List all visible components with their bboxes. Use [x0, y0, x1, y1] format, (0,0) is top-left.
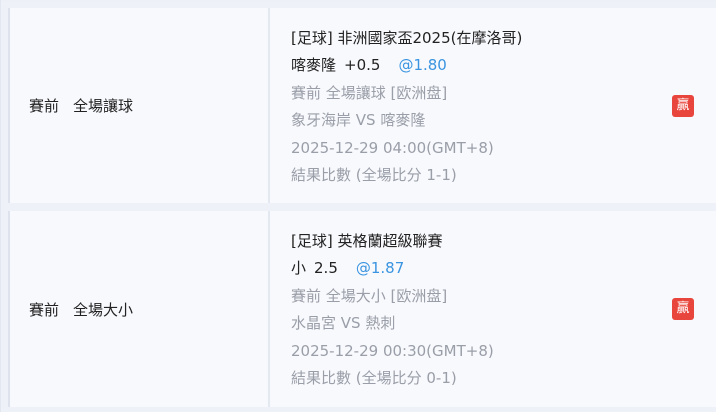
match-datetime: 2025-12-29 00:30(GMT+8) — [291, 342, 494, 360]
selection-line: 小 2.5 @1.87 — [291, 258, 404, 278]
match-teams: 象牙海岸 VS 喀麥隆 — [291, 111, 426, 129]
bet-record-row[interactable]: 賽前 全場大小 [足球] 英格蘭超級聯賽 小 2.5 @1.87 賽前 全場大小 [… — [8, 211, 716, 407]
divider — [0, 203, 716, 211]
bet-market: 全場讓球 — [73, 97, 134, 115]
bet-market: 全場大小 — [73, 300, 134, 319]
win-status-badge: 贏 — [672, 94, 694, 117]
odds-value: @1.87 — [355, 259, 405, 277]
divider — [0, 0, 716, 2]
bet-history-page: 賽前 全場讓球 [足球] 非洲國家盃2025(在摩洛哥) 喀麥隆 +0.5 @1.8… — [0, 0, 716, 412]
market-detail: 賽前 全場讓球 [欧洲盘] — [291, 84, 448, 102]
selection-name: 小 — [291, 259, 307, 277]
match-teams: 水晶宮 VS 熱刺 — [291, 314, 396, 332]
page-edge — [0, 0, 1, 412]
bet-phase: 賽前 — [29, 97, 60, 115]
match-result: 結果比數 (全場比分 0-1) — [291, 369, 457, 387]
bet-detail-cell: [足球] 英格蘭超級聯賽 小 2.5 @1.87 賽前 全場大小 [欧洲盘] 水晶宮… — [270, 211, 716, 407]
match-datetime: 2025-12-29 04:00(GMT+8) — [291, 139, 494, 157]
total-line-value: 2.5 — [314, 259, 338, 277]
odds-value: @1.80 — [398, 56, 447, 74]
league-name: [足球] 英格蘭超級聯賽 — [291, 232, 443, 250]
bet-type-cell: 賽前 全場讓球 — [10, 8, 270, 203]
handicap-value: +0.5 — [344, 56, 381, 74]
selection-name: 喀麥隆 — [291, 56, 337, 74]
selection-line: 喀麥隆 +0.5 @1.80 — [291, 55, 447, 75]
divider — [0, 407, 716, 412]
bet-phase: 賽前 — [29, 300, 60, 319]
bet-detail-cell: [足球] 非洲國家盃2025(在摩洛哥) 喀麥隆 +0.5 @1.80 賽前 全場讓… — [270, 8, 716, 203]
match-result: 結果比數 (全場比分 1-1) — [291, 166, 457, 184]
bet-record-row[interactable]: 賽前 全場讓球 [足球] 非洲國家盃2025(在摩洛哥) 喀麥隆 +0.5 @1.8… — [8, 8, 716, 203]
win-status-badge: 贏 — [672, 298, 694, 320]
bet-type-cell: 賽前 全場大小 — [10, 211, 270, 407]
market-detail: 賽前 全場大小 [欧洲盘] — [291, 287, 448, 305]
league-name: [足球] 非洲國家盃2025(在摩洛哥) — [291, 29, 523, 47]
